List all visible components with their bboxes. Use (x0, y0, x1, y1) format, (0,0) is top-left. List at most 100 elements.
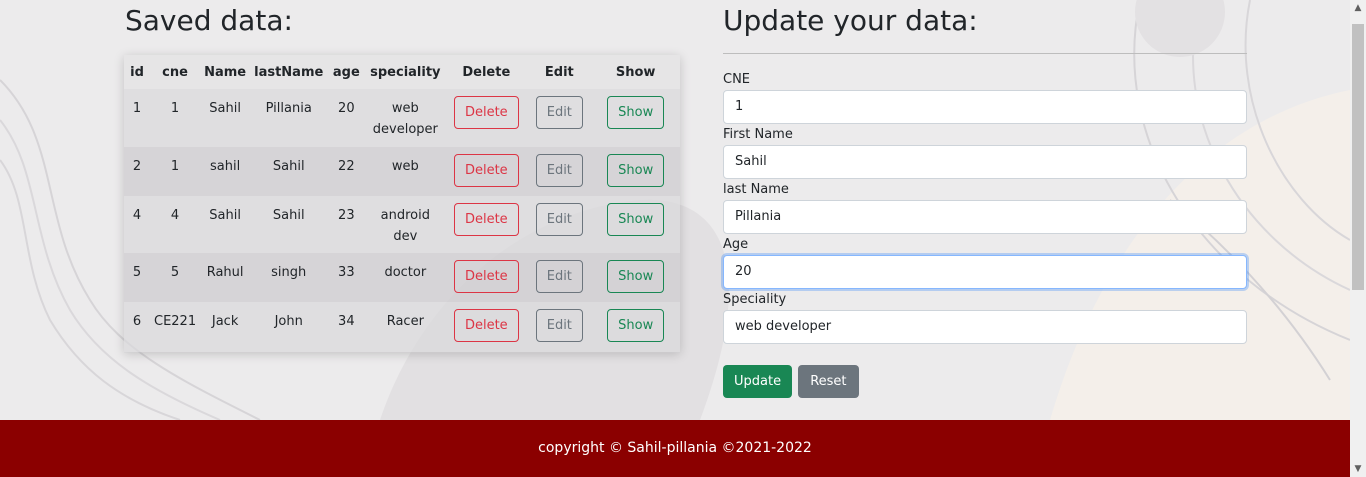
column-header-delete: Delete (462, 64, 511, 80)
cell-lastname: Sahil (272, 159, 305, 174)
cell-cne: CE221 (154, 314, 197, 329)
cell-id: 1 (132, 101, 142, 116)
page-content: Saved data: id cne Name lastName age spe… (0, 0, 1350, 420)
cell-lastname: singh (271, 265, 307, 280)
show-button[interactable]: Show (607, 96, 665, 129)
first-name-label: First Name (723, 127, 793, 142)
cell-show: Show (591, 89, 680, 147)
table-row: 5 5 Rahul singh 33 doctor Delete Edit Sh… (124, 253, 680, 302)
cell-show: Show (591, 302, 680, 353)
delete-button[interactable]: Delete (453, 260, 519, 293)
cell-id: 5 (132, 265, 142, 280)
cell-cne: 4 (170, 208, 180, 223)
cell-age: 22 (338, 159, 355, 174)
first-name-input[interactable]: Sahil (723, 145, 1247, 179)
show-button[interactable]: Show (607, 309, 665, 342)
cell-show: Show (591, 196, 680, 253)
cell-lastname: John (274, 314, 303, 329)
cell-speciality: android dev (380, 208, 430, 244)
form-actions: Update Reset (723, 365, 859, 398)
saved-data-table: id cne Name lastName age speciality Dele… (124, 55, 680, 353)
table-row: 4 4 Sahil Sahil 23 android dev Delete Ed… (124, 196, 680, 253)
cell-delete: Delete (445, 89, 527, 147)
cell-show: Show (591, 147, 680, 196)
table-row: 2 1 sahil Sahil 22 web Delete Edit Show (124, 147, 680, 196)
cell-cne: 5 (170, 265, 180, 280)
saved-data-heading: Saved data: (125, 4, 293, 37)
scrollbar-thumb[interactable] (1352, 24, 1364, 290)
cell-age: 34 (338, 314, 355, 329)
delete-button[interactable]: Delete (453, 309, 519, 342)
cell-name: sahil (210, 159, 241, 174)
column-header-edit: Edit (544, 64, 574, 80)
speciality-label: Speciality (723, 292, 787, 307)
cell-name: Sahil (209, 208, 241, 223)
cell-cne: 1 (170, 159, 180, 174)
edit-button[interactable]: Edit (535, 309, 583, 342)
cell-delete: Delete (445, 253, 527, 302)
show-button[interactable]: Show (607, 260, 665, 293)
age-input[interactable]: 20 (723, 255, 1247, 289)
cell-id: 2 (132, 159, 142, 174)
update-form: CNE 1 First Name Sahil last Name Pillani… (723, 70, 1247, 345)
edit-button[interactable]: Edit (535, 96, 583, 129)
cell-name: Jack (211, 314, 239, 329)
cell-edit: Edit (527, 147, 591, 196)
age-label: Age (723, 237, 749, 252)
cell-id: 4 (132, 208, 142, 223)
update-button[interactable]: Update (723, 365, 793, 398)
cell-lastname: Pillania (265, 101, 312, 116)
scroll-down-arrow-icon[interactable]: ▼ (1350, 461, 1366, 477)
column-header-name: Name (204, 64, 247, 80)
cell-age: 23 (338, 208, 355, 223)
column-header-age: age (332, 64, 360, 80)
column-header-show: Show (615, 64, 656, 80)
cell-delete: Delete (445, 302, 527, 353)
cell-name: Rahul (206, 265, 244, 280)
delete-button[interactable]: Delete (453, 154, 519, 187)
column-header-id: id (130, 64, 144, 80)
cell-name: Sahil (209, 101, 241, 116)
cell-edit: Edit (527, 253, 591, 302)
show-button[interactable]: Show (607, 154, 665, 187)
cell-speciality: web developer (372, 101, 438, 137)
table-header-row: id cne Name lastName age speciality Dele… (124, 55, 680, 89)
scroll-up-arrow-icon[interactable]: ▲ (1350, 0, 1366, 16)
cne-input[interactable]: 1 (723, 90, 1247, 124)
cell-edit: Edit (527, 196, 591, 253)
cell-age: 33 (338, 265, 355, 280)
update-data-heading: Update your data: (723, 4, 978, 37)
heading-divider (723, 53, 1247, 54)
show-button[interactable]: Show (607, 203, 665, 236)
edit-button[interactable]: Edit (535, 203, 583, 236)
cell-speciality: web (391, 159, 419, 174)
column-header-speciality: speciality (370, 64, 441, 80)
table-row: 6 CE221 Jack John 34 Racer Delete Edit S… (124, 302, 680, 353)
cell-speciality: doctor (384, 265, 427, 280)
footer: copyright © Sahil-pillania ©2021-2022 (0, 420, 1350, 477)
cell-delete: Delete (445, 196, 527, 253)
edit-button[interactable]: Edit (535, 260, 583, 293)
footer-copyright: copyright © Sahil-pillania ©2021-2022 (538, 440, 812, 456)
column-header-lastname: lastName (254, 64, 324, 80)
cell-id: 6 (132, 314, 142, 329)
cne-label: CNE (723, 72, 751, 87)
cell-delete: Delete (445, 147, 527, 196)
last-name-input[interactable]: Pillania (723, 200, 1247, 234)
delete-button[interactable]: Delete (453, 96, 519, 129)
cell-lastname: Sahil (272, 208, 305, 223)
table-row: 1 1 Sahil Pillania 20 web developer Dele… (124, 89, 680, 147)
cell-edit: Edit (527, 89, 591, 147)
last-name-label: last Name (723, 182, 789, 197)
delete-button[interactable]: Delete (453, 203, 519, 236)
cell-age: 20 (338, 101, 355, 116)
speciality-input[interactable]: web developer (723, 310, 1247, 344)
cell-edit: Edit (527, 302, 591, 353)
reset-button[interactable]: Reset (798, 365, 859, 398)
saved-data-table-container: id cne Name lastName age speciality Dele… (124, 55, 680, 353)
cell-cne: 1 (170, 101, 180, 116)
cell-show: Show (591, 253, 680, 302)
edit-button[interactable]: Edit (535, 154, 583, 187)
column-header-cne: cne (162, 64, 188, 80)
cell-speciality: Racer (386, 314, 424, 329)
